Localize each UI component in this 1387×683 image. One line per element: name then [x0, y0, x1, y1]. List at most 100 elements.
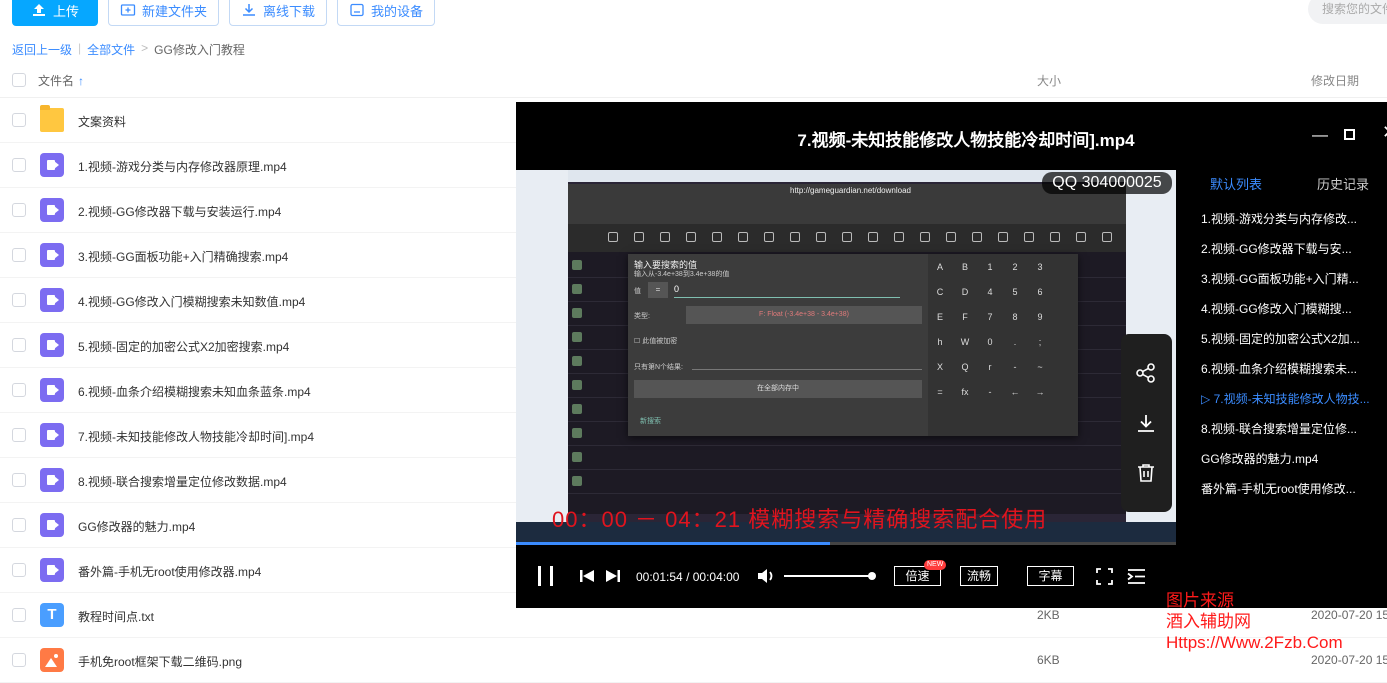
emulator-toolbar — [568, 224, 1126, 252]
row-checkbox[interactable] — [12, 158, 26, 172]
keypad-key: ← — [1010, 387, 1020, 397]
breadcrumb-all-files-link[interactable]: 全部文件 — [87, 41, 135, 58]
fullscreen-icon[interactable] — [1096, 568, 1113, 585]
memory-row-checkbox — [572, 284, 582, 294]
row-checkbox[interactable] — [12, 248, 26, 262]
file-name[interactable]: 4.视频-GG修改入门模糊搜索未知数值.mp4 — [78, 293, 305, 310]
value-field: 0 — [674, 284, 900, 298]
trash-icon[interactable] — [1135, 462, 1157, 484]
select-all-checkbox[interactable] — [12, 73, 26, 87]
row-checkbox[interactable] — [12, 608, 26, 622]
memory-row-checkbox — [572, 476, 582, 486]
volume-slider[interactable] — [784, 572, 876, 580]
file-name[interactable]: 教程时间点.txt — [78, 608, 154, 625]
next-icon[interactable] — [605, 568, 621, 584]
search-input[interactable]: 搜索您的文件 — [1308, 0, 1387, 24]
share-icon[interactable] — [1135, 362, 1157, 384]
file-date: 2020-07-20 15 — [1311, 653, 1387, 667]
column-name-header[interactable]: 文件名 ↑ — [38, 72, 84, 89]
new-folder-label: 新建文件夹 — [141, 3, 207, 19]
playlist-item[interactable]: 6.视频-血条介绍模糊搜索未... — [1201, 360, 1357, 377]
file-name[interactable]: GG修改器的魅力.mp4 — [78, 518, 195, 535]
playlist-item[interactable]: 3.视频-GG面板功能+入门精... — [1201, 270, 1359, 287]
memory-row-checkbox — [572, 332, 582, 342]
row-checkbox[interactable] — [12, 518, 26, 532]
row-checkbox[interactable] — [12, 473, 26, 487]
playlist-item[interactable]: 8.视频-联合搜索增量定位修... — [1201, 420, 1357, 437]
file-name[interactable]: 3.视频-GG面板功能+入门精确搜索.mp4 — [78, 248, 288, 265]
emulator-window: http://gameguardian.net/download 输入要搜索的值… — [568, 184, 1126, 514]
row-checkbox[interactable] — [12, 113, 26, 127]
row-checkbox[interactable] — [12, 293, 26, 307]
duration: 00:04:00 — [692, 570, 740, 584]
new-folder-button[interactable]: 新建文件夹 — [108, 0, 219, 26]
time-separator: / — [686, 570, 690, 584]
file-name[interactable]: 文案资料 — [78, 113, 126, 130]
new-folder-icon — [120, 4, 136, 16]
close-button[interactable]: ✕ — [1382, 122, 1387, 143]
previous-icon[interactable] — [579, 568, 595, 584]
file-name[interactable]: 1.视频-游戏分类与内存修改器原理.mp4 — [78, 158, 287, 175]
playlist-item[interactable]: 1.视频-游戏分类与内存修改... — [1201, 210, 1357, 227]
row-checkbox[interactable] — [12, 203, 26, 217]
playlist-item[interactable]: 5.视频-固定的加密公式X2加... — [1201, 330, 1360, 347]
playlist-item-label: 6.视频-血条介绍模糊搜索未... — [1201, 362, 1358, 376]
tab-default-list[interactable]: 默认列表 — [1210, 174, 1262, 193]
breadcrumb: 返回上一级 | 全部文件 > GG修改入门教程 — [12, 41, 245, 58]
row-checkbox[interactable] — [12, 563, 26, 577]
seek-bar[interactable] — [516, 542, 1176, 545]
keypad: A B 1 2 3 C D 4 5 6 E F 7 8 9 h W 0.; X Qr - ~ = fx - ← → — [928, 254, 1078, 436]
file-name[interactable]: 6.视频-血条介绍模糊搜索未知血条蓝条.mp4 — [78, 383, 311, 400]
file-name[interactable]: 2.视频-GG修改器下载与安装运行.mp4 — [78, 203, 281, 220]
volume-icon[interactable] — [756, 566, 776, 586]
file-name[interactable]: 番外篇-手机无root使用修改器.mp4 — [78, 563, 261, 580]
tool-icon — [920, 232, 930, 242]
video-frame[interactable]: http://gameguardian.net/download 输入要搜索的值… — [516, 170, 1176, 544]
tool-icon — [712, 232, 722, 242]
tool-icon — [686, 232, 696, 242]
row-checkbox[interactable] — [12, 338, 26, 352]
keypad-key: 4 — [987, 287, 993, 297]
row-checkbox[interactable] — [12, 428, 26, 442]
row-checkbox[interactable] — [12, 383, 26, 397]
video-file-icon — [40, 198, 64, 222]
row-checkbox[interactable] — [12, 653, 26, 667]
column-size-header[interactable]: 大小 — [1037, 72, 1061, 89]
subtitle-button[interactable]: 字幕 — [1027, 566, 1074, 586]
pause-icon[interactable] — [536, 564, 556, 588]
my-devices-button[interactable]: 我的设备 — [337, 0, 435, 26]
upload-button[interactable]: 上传 — [12, 0, 98, 26]
file-name[interactable]: 手机免root框架下载二维码.png — [78, 653, 242, 670]
playlist-toggle-icon[interactable] — [1127, 568, 1146, 585]
download-icon[interactable] — [1135, 412, 1157, 434]
keypad-key: - — [988, 387, 992, 397]
breadcrumb-separator: > — [141, 41, 149, 55]
playlist-item-label: 5.视频-固定的加密公式X2加... — [1201, 332, 1360, 346]
quality-button[interactable]: 流畅 — [960, 566, 998, 586]
playlist-item[interactable]: ▷ 7.视频-未知技能修改人物技... — [1201, 390, 1370, 407]
keypad-key: D — [961, 287, 969, 297]
video-file-icon — [40, 153, 64, 177]
playlist-item[interactable]: 4.视频-GG修改入门模糊搜... — [1201, 300, 1352, 317]
keypad-key: - — [1013, 362, 1017, 372]
playlist-item[interactable]: GG修改器的魅力.mp4 — [1201, 450, 1318, 467]
video-player: 7.视频-未知技能修改人物技能冷却时间].mp4 — ✕ http://game… — [516, 102, 1387, 608]
offline-download-button[interactable]: 离线下载 — [229, 0, 327, 26]
playlist-item[interactable]: 2.视频-GG修改器下载与安... — [1201, 240, 1352, 257]
keypad-key: 2 — [1012, 262, 1018, 272]
maximize-button[interactable] — [1344, 129, 1355, 140]
playlist-item[interactable]: 番外篇-手机无root使用修改... — [1201, 480, 1356, 497]
column-date-header[interactable]: 修改日期 — [1311, 72, 1359, 89]
watermark-line-3: Https://Www.2Fzb.Com — [1166, 633, 1343, 652]
file-name[interactable]: 7.视频-未知技能修改人物技能冷却时间].mp4 — [78, 428, 314, 445]
minimize-button[interactable]: — — [1312, 127, 1328, 145]
keypad-key: 0 — [987, 337, 993, 347]
breadcrumb-back-link[interactable]: 返回上一级 — [12, 41, 72, 58]
file-name[interactable]: 5.视频-固定的加密公式X2加密搜索.mp4 — [78, 338, 289, 355]
tab-history[interactable]: 历史记录 — [1317, 174, 1369, 193]
file-name[interactable]: 8.视频-联合搜索增量定位修改数据.mp4 — [78, 473, 287, 490]
keypad-key: B — [961, 262, 968, 272]
volume-knob[interactable] — [868, 572, 876, 580]
playlist-item-label: 3.视频-GG面板功能+入门精... — [1201, 272, 1359, 286]
offline-download-label: 离线下载 — [262, 3, 315, 19]
